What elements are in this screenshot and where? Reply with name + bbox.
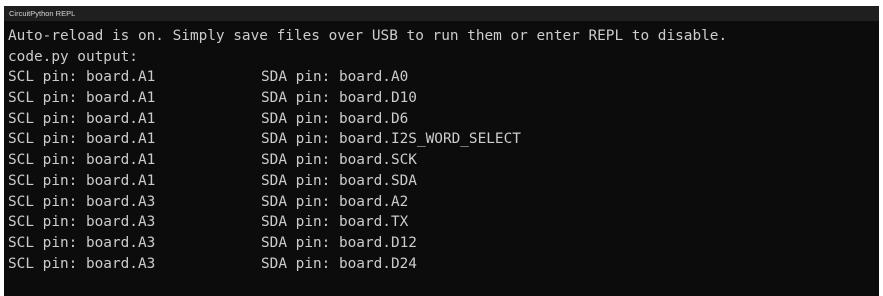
pin-row: SCL pin: board.A3 SDA pin: board.A2	[8, 192, 879, 213]
sda-pin-text: SDA pin: board.SDA	[261, 172, 417, 189]
sda-pin-text: SDA pin: board.D10	[261, 90, 417, 107]
sda-pin-text: SDA pin: board.A0	[261, 69, 409, 86]
pin-row: SCL pin: board.A1 SDA pin: board.SDA	[8, 171, 879, 192]
sda-pin-text: SDA pin: board.SCK	[261, 152, 417, 169]
sda-pin-text: SDA pin: board.TX	[261, 214, 409, 231]
sda-pin-text: SDA pin: board.D6	[261, 110, 409, 127]
terminal-output[interactable]: Auto-reload is on. Simply save files ove…	[4, 21, 879, 274]
terminal-line-code-output: code.py output:	[8, 48, 138, 65]
scl-pin-text: SCL pin: board.A3	[8, 255, 156, 272]
scl-pin-text: SCL pin: board.A1	[8, 69, 156, 86]
scl-pin-text: SCL pin: board.A3	[8, 234, 156, 251]
pin-row: SCL pin: board.A1 SDA pin: board.D10	[8, 88, 879, 109]
scl-pin-text: SCL pin: board.A1	[8, 152, 156, 169]
repl-window: CircuitPython REPL Auto-reload is on. Si…	[4, 6, 879, 296]
sda-pin-text: SDA pin: board.D24	[261, 255, 417, 272]
scl-pin-text: SCL pin: board.A1	[8, 172, 156, 189]
scl-pin-text: SCL pin: board.A3	[8, 193, 156, 210]
scl-pin-text: SCL pin: board.A1	[8, 90, 156, 107]
scl-pin-text: SCL pin: board.A1	[8, 131, 156, 148]
sda-pin-text: SDA pin: board.A2	[261, 193, 409, 210]
pin-row: SCL pin: board.A1 SDA pin: board.A0	[8, 67, 879, 88]
terminal-line-autoreload: Auto-reload is on. Simply save files ove…	[8, 28, 728, 44]
pin-row: SCL pin: board.A3 SDA pin: board.D12	[8, 233, 879, 254]
window-title: CircuitPython REPL	[9, 9, 76, 18]
pin-row: SCL pin: board.A3 SDA pin: board.D24	[8, 254, 879, 275]
window-titlebar[interactable]: CircuitPython REPL	[4, 6, 879, 21]
pin-row: SCL pin: board.A1 SDA pin: board.SCK	[8, 150, 879, 171]
sda-pin-text: SDA pin: board.I2S_WORD_SELECT	[261, 131, 521, 148]
pin-row: SCL pin: board.A1 SDA pin: board.I2S_WOR…	[8, 129, 879, 150]
pin-row: SCL pin: board.A3 SDA pin: board.TX	[8, 212, 879, 233]
sda-pin-text: SDA pin: board.D12	[261, 234, 417, 251]
scl-pin-text: SCL pin: board.A3	[8, 214, 156, 231]
pin-row: SCL pin: board.A1 SDA pin: board.D6	[8, 109, 879, 130]
scl-pin-text: SCL pin: board.A1	[8, 110, 156, 127]
